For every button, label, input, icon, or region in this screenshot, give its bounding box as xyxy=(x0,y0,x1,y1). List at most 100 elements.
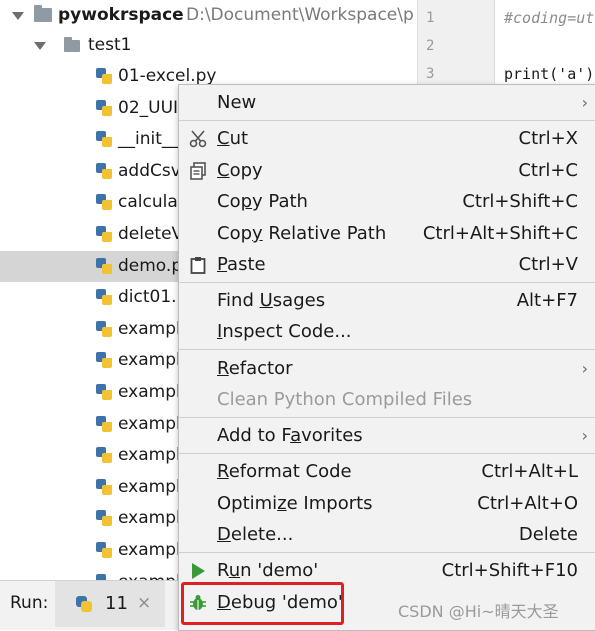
run-label: Run: xyxy=(10,593,49,613)
project-path: D:\Document\Workspace\p xyxy=(186,5,414,25)
python-file-icon xyxy=(96,320,112,337)
python-file-icon xyxy=(96,542,112,558)
python-file-icon xyxy=(96,415,112,432)
folder-name: test1 xyxy=(88,35,132,55)
menu-item-label: Clean Python Compiled Files xyxy=(217,389,473,410)
watermark: CSDN @Hi~晴天大圣 xyxy=(398,602,559,621)
submenu-arrow-icon: › xyxy=(581,426,588,445)
file-name: dict01. xyxy=(118,287,177,308)
menu-item-copy-relative-path[interactable]: Copy Relative Path Ctrl+Alt+Shift+C xyxy=(179,218,595,249)
run-tab[interactable]: 11 × xyxy=(55,581,165,627)
menu-item-label: Find Usages xyxy=(217,290,326,311)
clipboard-icon xyxy=(190,257,206,274)
menu-item-inspect-code[interactable]: Inspect Code... xyxy=(179,316,595,347)
menu-item-copy-path[interactable]: Copy Path Ctrl+Shift+C xyxy=(179,186,595,217)
menu-shortcut: Ctrl+Alt+O xyxy=(477,493,578,514)
file-name: deleteV xyxy=(118,224,184,244)
menu-shortcut: Ctrl+V xyxy=(518,254,578,275)
file-name: demo.p xyxy=(118,255,183,276)
menu-item-paste[interactable]: Paste Ctrl+V xyxy=(179,249,595,280)
scissors-icon xyxy=(189,130,207,148)
menu-item-find-usages[interactable]: Find Usages Alt+F7 xyxy=(179,285,595,316)
python-file-icon xyxy=(96,289,112,306)
menu-shortcut: Ctrl+X xyxy=(518,128,578,149)
menu-item-reformat-code[interactable]: Reformat Code Ctrl+Alt+L xyxy=(179,456,595,487)
code-line: print('a') xyxy=(504,65,595,83)
chevron-down-icon[interactable] xyxy=(12,12,24,20)
python-file-icon xyxy=(96,257,112,274)
context-menu: New › Cut Ctrl+X Copy Ctrl+C Copy Path C… xyxy=(178,84,595,631)
line-number: 1 xyxy=(426,10,435,26)
menu-shortcut: Ctrl+Shift+F10 xyxy=(441,560,578,581)
file-name: exampl xyxy=(118,508,181,529)
file-name: exampl xyxy=(118,476,181,497)
python-icon xyxy=(76,596,92,612)
close-icon[interactable]: × xyxy=(137,593,151,613)
menu-separator xyxy=(179,417,595,418)
python-file-icon xyxy=(96,478,112,495)
code-line: #coding=ut xyxy=(504,9,595,27)
file-name: exampl xyxy=(118,445,181,466)
chevron-down-icon[interactable] xyxy=(34,42,46,50)
tree-row-folder[interactable]: test1 xyxy=(0,30,417,61)
line-number: 2 xyxy=(426,38,435,54)
run-play-icon xyxy=(192,563,205,579)
python-file-icon xyxy=(96,68,112,84)
submenu-arrow-icon: › xyxy=(581,359,588,378)
run-tab-label: 11 xyxy=(105,593,128,614)
menu-separator xyxy=(179,453,595,454)
menu-item-label: Copy Relative Path xyxy=(217,223,387,244)
menu-item-delete[interactable]: Delete... Delete xyxy=(179,519,595,550)
menu-separator xyxy=(179,552,595,553)
menu-item-copy[interactable]: Copy Ctrl+C xyxy=(179,155,595,186)
python-file-icon xyxy=(96,99,112,116)
menu-item-label: Inspect Code... xyxy=(217,321,352,342)
file-name: __init__ xyxy=(118,129,179,150)
file-name: exampl xyxy=(118,382,181,402)
menu-shortcut: Ctrl+C xyxy=(518,160,578,181)
menu-item-label: Delete... xyxy=(217,524,294,545)
file-name: exampl xyxy=(118,540,181,560)
file-name: exampl xyxy=(118,413,181,434)
python-file-icon xyxy=(96,384,112,400)
python-file-icon xyxy=(96,194,112,211)
menu-item-label: Copy xyxy=(217,160,263,181)
menu-item-label: Paste xyxy=(217,254,266,275)
python-file-icon xyxy=(96,352,112,369)
menu-shortcut: Ctrl+Alt+Shift+C xyxy=(422,223,578,244)
project-name: pywokrspace xyxy=(58,5,184,25)
python-file-icon xyxy=(96,510,112,527)
menu-item-label: Reformat Code xyxy=(217,461,352,482)
python-file-icon xyxy=(96,447,112,464)
menu-item-label: New xyxy=(217,92,257,113)
debug-highlight-box xyxy=(181,582,344,625)
menu-item-label: Cut xyxy=(217,128,249,149)
file-name: exampl xyxy=(118,318,181,339)
menu-item-optimize-imports[interactable]: Optimize Imports Ctrl+Alt+O xyxy=(179,488,595,519)
menu-item-label: Copy Path xyxy=(217,191,308,212)
tree-row-project[interactable]: pywokrspace D:\Document\Workspace\p xyxy=(0,0,417,31)
menu-shortcut: Delete xyxy=(518,524,578,545)
menu-item-refactor[interactable]: Refactor › xyxy=(179,353,595,384)
file-name: calculat xyxy=(118,192,185,213)
folder-icon xyxy=(34,5,52,22)
menu-separator xyxy=(179,120,595,121)
copy-icon xyxy=(190,162,206,180)
menu-item-new[interactable]: New › xyxy=(179,87,595,118)
menu-item-cut[interactable]: Cut Ctrl+X xyxy=(179,123,595,154)
python-file-icon xyxy=(96,226,112,242)
menu-item-add-to-favorites[interactable]: Add to Favorites › xyxy=(179,420,595,451)
menu-item-clean-python-compiled: Clean Python Compiled Files xyxy=(179,384,595,415)
menu-separator xyxy=(179,282,595,283)
menu-item-label: Refactor xyxy=(217,358,293,379)
python-file-icon xyxy=(96,131,112,148)
menu-separator xyxy=(179,349,595,350)
menu-item-label: Add to Favorites xyxy=(217,425,363,446)
file-name: 02_UUI xyxy=(118,97,179,118)
folder-icon xyxy=(64,37,80,52)
menu-item-label: Optimize Imports xyxy=(217,493,373,514)
menu-shortcut: Ctrl+Shift+C xyxy=(462,191,578,212)
file-name: exampl xyxy=(118,567,181,580)
submenu-arrow-icon: › xyxy=(581,93,588,112)
menu-shortcut: Ctrl+Alt+L xyxy=(481,461,578,482)
